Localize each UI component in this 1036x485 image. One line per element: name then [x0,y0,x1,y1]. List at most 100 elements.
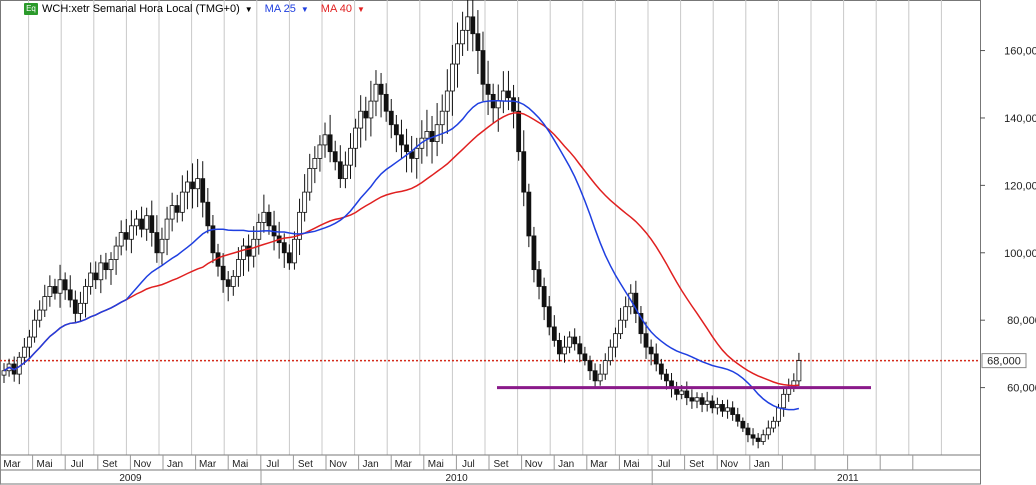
candle-body [32,319,37,338]
candle-body [450,63,455,92]
candle-body [164,218,170,240]
candle-body [195,178,201,190]
candle-body [725,407,730,412]
candle-body [139,218,144,230]
candle-body [388,110,394,126]
candle-body [511,97,516,112]
month-tick-label: Nov [134,459,152,470]
month-tick-label: Jan [167,459,183,470]
candle-body [750,434,756,439]
month-tick-label: Jul [462,459,475,470]
candle-body [281,242,287,254]
candle-body [235,259,241,277]
candle-body [582,353,588,362]
candle-body [444,90,450,112]
candle-body [531,235,537,271]
candle-body [98,262,104,281]
candle-body [572,336,578,345]
chevron-down-icon[interactable]: ▼ [301,5,309,14]
candle-body [47,286,53,297]
candle-body [312,158,318,169]
candle-body [653,353,659,365]
candle-body [765,427,771,436]
candle-body [414,147,420,159]
candle-body [88,272,94,287]
candle-body [108,259,114,271]
candle-body [363,110,369,119]
candle-body [607,346,613,362]
candle-body [205,201,211,227]
candle-body [118,232,124,247]
candle-body [648,346,654,355]
candle-body [704,400,710,405]
candle-body [185,181,190,193]
candle-body [1,370,7,376]
candle-body [174,205,180,213]
candle-body [103,262,109,271]
candle-body [577,343,583,355]
candle-body [546,306,552,328]
ma25-label[interactable]: MA 25 [265,3,296,15]
month-tick-label: Mar [395,459,413,470]
y-tick-label: 100,000 [1004,248,1036,260]
candle-body [378,83,384,95]
candle-body [485,83,491,95]
candle-body [348,147,353,166]
chevron-down-icon[interactable]: ▼ [245,5,253,14]
candle-body [322,134,328,146]
candle-body [302,191,308,213]
month-tick-label: Mai [232,459,248,470]
month-tick-label: Mar [3,459,21,470]
candle-body [592,370,598,382]
candle-body [465,16,471,31]
candle-body [506,90,511,99]
candle-body [521,151,527,193]
candle-body [62,279,68,291]
candle-body [57,279,63,294]
candle-body [709,400,715,409]
candle-body [567,336,573,348]
ticker-label[interactable]: WCH:xetr Semanal Hora Local (TMG+0) [42,3,240,15]
candle-body [393,124,399,136]
candle-body [455,43,460,65]
candle-body [480,50,486,85]
month-tick-label: Nov [525,459,543,470]
month-tick-label: Jul [658,459,671,470]
chevron-down-icon[interactable]: ▼ [357,5,365,14]
candle-body [292,238,297,264]
year-tick-label: 2011 [837,473,859,484]
candle-body [424,131,430,139]
candle-body [286,252,292,264]
y-tick-label: 140,000 [1004,113,1036,125]
candle-body [516,110,522,153]
candle-body [37,309,43,321]
month-tick-label: Mar [590,459,608,470]
chart-legend: Eq WCH:xetr Semanal Hora Local (TMG+0) ▼… [24,3,373,15]
equity-icon: Eq [24,3,38,15]
candle-body [500,90,506,102]
month-tick-label: Mai [428,459,444,470]
month-tick-label: Mai [623,459,639,470]
month-tick-label: Jul [266,459,279,470]
candle-body [694,397,700,402]
month-tick-label: Nov [329,459,347,470]
ma40-label[interactable]: MA 40 [321,3,352,15]
y-tick-label: 120,000 [1004,180,1036,192]
candle-body [536,269,542,287]
candle-body [735,414,741,422]
candle-body [154,232,160,254]
candle-body [714,404,720,409]
candle-body [796,360,802,382]
candle-body [730,407,736,415]
candle-body [745,427,751,436]
candle-body [317,144,323,159]
candle-body [495,100,501,109]
candle-body [460,29,465,45]
candle-body [246,245,251,257]
candle-body [83,286,88,304]
candle-body [144,215,150,230]
candle-body [169,205,175,220]
candle-body [602,360,608,375]
candle-body [67,289,73,301]
candle-body [541,286,547,308]
